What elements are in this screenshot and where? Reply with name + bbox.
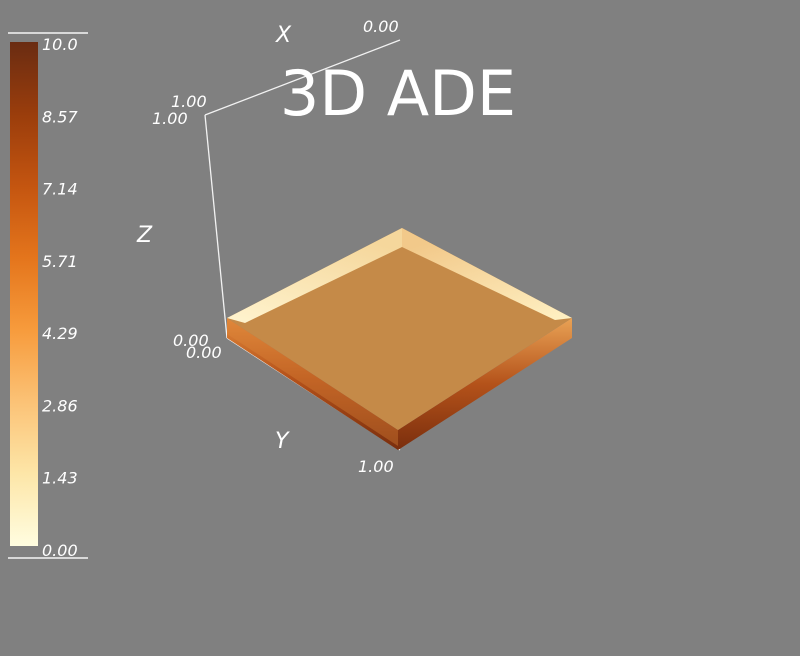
y-axis-name: Y [275,429,290,454]
y-axis-max-label: 1.00 [358,457,394,476]
colorbar-label: 5.71 [42,252,78,271]
z-axis-name: Z [136,223,153,248]
plot-title: 3D ADE [280,57,516,130]
colorbar-label: 7.14 [42,180,78,199]
colorbar-label: 10.0 [42,35,78,54]
colorbar-labels: 10.0 8.57 7.14 5.71 4.29 2.86 1.43 0.00 [42,35,78,560]
z-axis-max-label: 1.00 [152,109,188,128]
slab-top-face [227,228,572,430]
z-axis-line [204,114,228,339]
y-axis-min-label: 0.00 [186,343,222,362]
colorbar: 10.0 8.57 7.14 5.71 4.29 2.86 1.43 0.00 [8,32,88,560]
colorbar-label: 8.57 [42,107,78,126]
x-axis-min-label: 0.00 [363,17,399,36]
x-axis-name: X [275,23,292,48]
colorbar-label: 0.00 [42,541,78,560]
colorbar-label: 1.43 [42,469,78,488]
3d-viewport[interactable]: 10.08.577.145.714.292.861.430.00 3D ADE … [0,0,800,656]
slab [227,228,572,450]
colorbar-label: 2.86 [42,396,78,415]
colorbar-bar [10,42,38,546]
colorbar-label: 4.29 [42,324,78,343]
